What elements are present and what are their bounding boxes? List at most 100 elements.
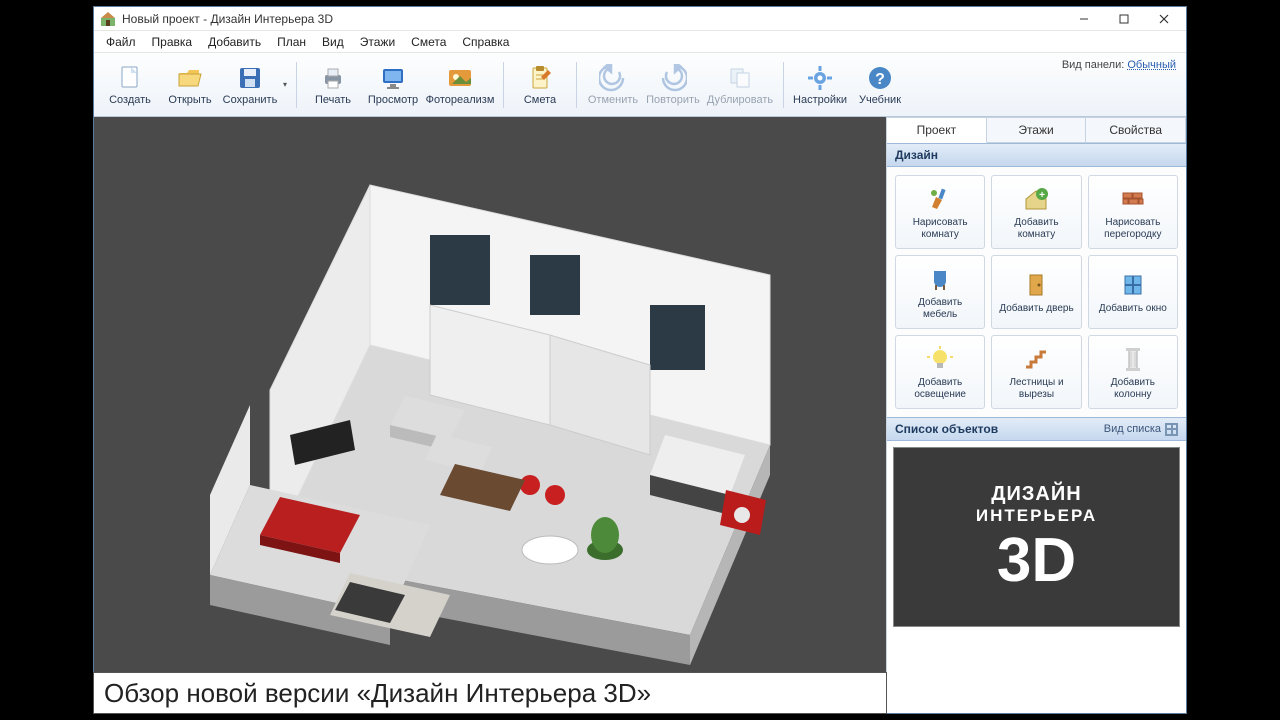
design-btn-label: Добавить окно [1099, 303, 1167, 315]
redo-icon [659, 64, 687, 92]
preview-label: Просмотр [368, 94, 418, 106]
settings-button[interactable]: Настройки [791, 56, 849, 114]
design-section-header: Дизайн [887, 143, 1186, 167]
duplicate-button: Дублировать [704, 56, 776, 114]
design-tool-grid: Нарисовать комнату + Добавить комнату Нарис… [887, 167, 1186, 417]
close-button[interactable] [1144, 8, 1184, 30]
file-new-icon [116, 64, 144, 92]
viewport-3d[interactable] [94, 117, 886, 713]
menu-правка[interactable]: Правка [144, 33, 201, 51]
objects-section-header: Список объектов Вид списка [887, 417, 1186, 441]
menu-этажи[interactable]: Этажи [352, 33, 403, 51]
design-btn-label: Лестницы и вырезы [996, 377, 1076, 400]
monitor-icon [379, 64, 407, 92]
print-button[interactable]: Печать [304, 56, 362, 114]
create-label: Создать [109, 94, 151, 106]
menu-файл[interactable]: Файл [98, 33, 144, 51]
open-button[interactable]: Открыть [161, 56, 219, 114]
photoreal-icon [446, 64, 474, 92]
logo-panel: ДИЗАЙН ИНТЕРЬЕРА 3D [893, 447, 1180, 627]
estimate-button[interactable]: Смета [511, 56, 569, 114]
undo-label: Отменить [588, 94, 638, 106]
toolbar-separator [576, 62, 577, 108]
design-window[interactable]: Добавить окно [1088, 255, 1178, 329]
design-section-label: Дизайн [895, 148, 938, 162]
design-btn-label: Добавить комнату [996, 217, 1076, 240]
design-chair[interactable]: Добавить мебель [895, 255, 985, 329]
help-icon: ? [866, 64, 894, 92]
app-icon [100, 11, 116, 27]
objects-section-label: Список объектов [895, 422, 998, 436]
duplicate-label: Дублировать [707, 94, 773, 106]
panel-mode: Вид панели: Обычный [1062, 59, 1176, 71]
panel-mode-link[interactable]: Обычный [1127, 59, 1176, 71]
toolbar-separator [503, 62, 504, 108]
video-caption: Обзор новой версии «Дизайн Интерьера 3D» [93, 672, 887, 714]
list-view-toggle-icon[interactable] [1165, 423, 1178, 436]
tab-проект[interactable]: Проект [887, 117, 987, 143]
save-button[interactable]: Сохранить [221, 56, 279, 114]
render-button[interactable]: Фотореализм [424, 56, 496, 114]
video-caption-text: Обзор новой версии «Дизайн Интерьера 3D» [104, 678, 651, 709]
maximize-button[interactable] [1104, 8, 1144, 30]
settings-label: Настройки [793, 94, 847, 106]
help-label: Учебник [859, 94, 901, 106]
menu-вид[interactable]: Вид [314, 33, 352, 51]
logo-line3: 3D [997, 530, 1076, 592]
toolbar-separator [783, 62, 784, 108]
preview-button[interactable]: Просмотр [364, 56, 422, 114]
minimize-button[interactable] [1064, 8, 1104, 30]
estimate-label: Смета [524, 94, 556, 106]
floorplan-render [130, 155, 850, 675]
toolbar: Создать Открыть Сохранить▾ Печать Просмотр Фо… [94, 53, 1186, 117]
chair-icon [925, 264, 955, 294]
side-tabs: ПроектЭтажиСвойства [887, 117, 1186, 143]
printer-icon [319, 64, 347, 92]
menubar: ФайлПравкаДобавитьПланВидЭтажиСметаСправ… [94, 31, 1186, 53]
titlebar: Новый проект - Дизайн Интерьера 3D [94, 7, 1186, 31]
brush-icon [925, 184, 955, 214]
open-label: Открыть [168, 94, 211, 106]
design-column[interactable]: Добавить колонну [1088, 335, 1178, 409]
design-stairs[interactable]: Лестницы и вырезы [991, 335, 1081, 409]
design-wall[interactable]: Нарисовать перегородку [1088, 175, 1178, 249]
window-icon [1118, 270, 1148, 300]
design-light[interactable]: Добавить освещение [895, 335, 985, 409]
design-btn-label: Нарисовать перегородку [1093, 217, 1173, 240]
design-btn-label: Добавить освещение [900, 377, 980, 400]
save-dropdown[interactable]: ▾ [280, 56, 290, 114]
logo-line2: ИНТЕРЬЕРА [976, 506, 1097, 526]
objects-view-mode-label: Вид списка [1104, 423, 1161, 435]
menu-смета[interactable]: Смета [403, 33, 454, 51]
undo-button: Отменить [584, 56, 642, 114]
tab-этажи[interactable]: Этажи [987, 117, 1087, 142]
content: ПроектЭтажиСвойства Дизайн Нарисовать ко… [94, 117, 1186, 713]
undo-icon [599, 64, 627, 92]
create-button[interactable]: Создать [101, 56, 159, 114]
light-icon [925, 344, 955, 374]
stairs-icon [1021, 344, 1051, 374]
design-room-add[interactable]: + Добавить комнату [991, 175, 1081, 249]
gear-icon [806, 64, 834, 92]
column-icon [1118, 344, 1148, 374]
side-panel: ПроектЭтажиСвойства Дизайн Нарисовать ко… [886, 117, 1186, 713]
save-icon [236, 64, 264, 92]
print-label: Печать [315, 94, 351, 106]
wall-icon [1118, 184, 1148, 214]
menu-справка[interactable]: Справка [454, 33, 517, 51]
menu-добавить[interactable]: Добавить [200, 33, 269, 51]
clipboard-icon [526, 64, 554, 92]
menu-план[interactable]: План [269, 33, 314, 51]
design-btn-label: Нарисовать комнату [900, 217, 980, 240]
redo-button: Повторить [644, 56, 702, 114]
window-title: Новый проект - Дизайн Интерьера 3D [122, 12, 1064, 26]
door-icon [1021, 270, 1051, 300]
logo-line1: ДИЗАЙН [991, 483, 1081, 506]
svg-text:+: + [1040, 190, 1046, 201]
help-button[interactable]: ? Учебник [851, 56, 909, 114]
design-brush[interactable]: Нарисовать комнату [895, 175, 985, 249]
design-door[interactable]: Добавить дверь [991, 255, 1081, 329]
design-btn-label: Добавить дверь [999, 303, 1073, 315]
tab-свойства[interactable]: Свойства [1086, 117, 1186, 142]
duplicate-icon [726, 64, 754, 92]
